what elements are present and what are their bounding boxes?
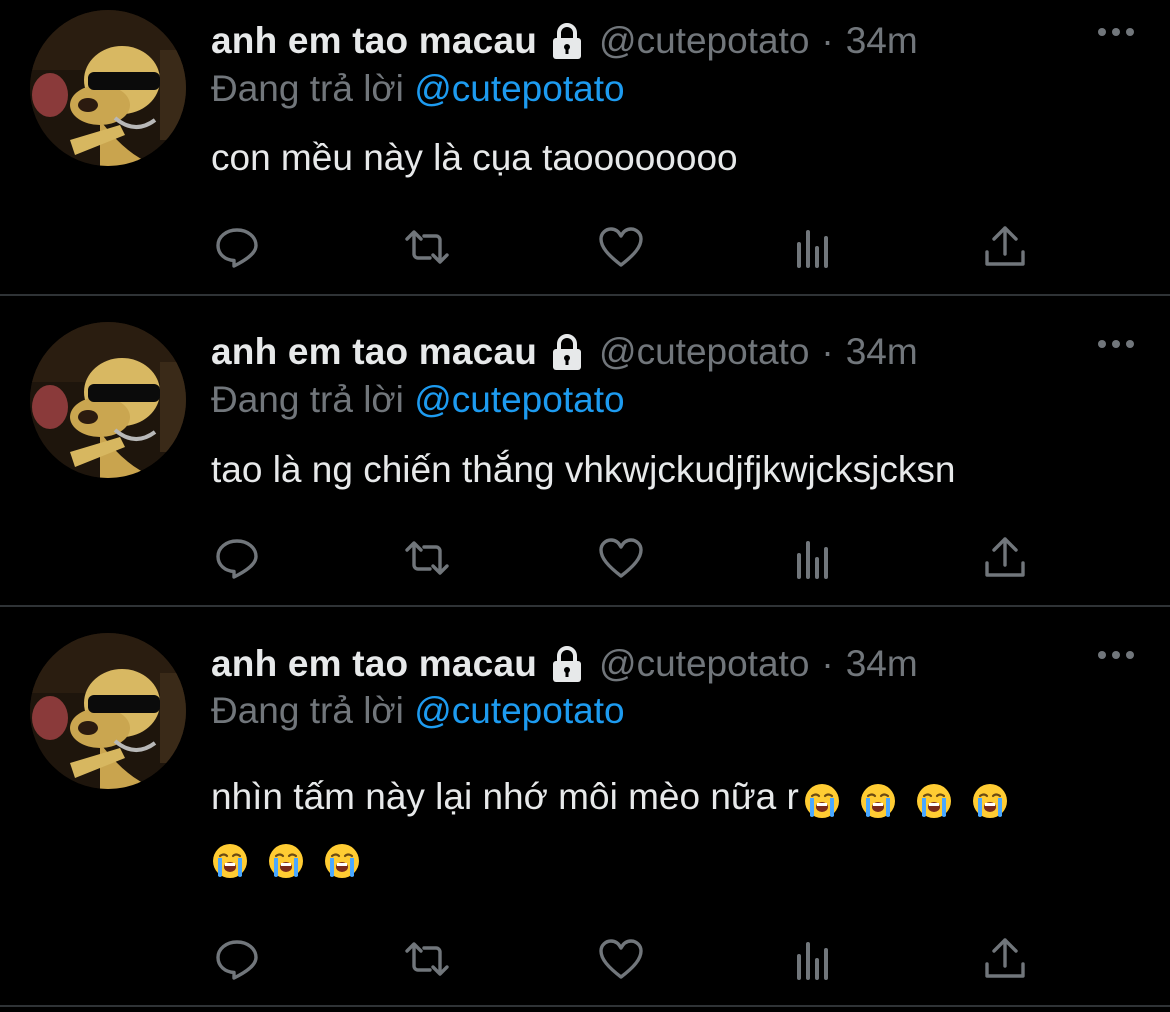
action-bar	[212, 533, 1032, 583]
tweet[interactable]: anh em tao macau @cutepotato · 34m Đang …	[0, 607, 1170, 1007]
loudly-crying-face-icon	[915, 778, 953, 818]
replying-prefix: Đang trả lời	[211, 690, 404, 731]
heart-icon	[599, 939, 643, 979]
loudly-crying-face-icon	[267, 838, 305, 878]
reply-icon	[216, 539, 258, 579]
loudly-crying-face-icon	[323, 838, 361, 878]
like-button[interactable]	[596, 533, 646, 583]
share-icon	[985, 938, 1025, 978]
analytics-icon	[797, 230, 828, 268]
tweet-text: tao là ng chiến thắng vhkwjckudjfjkwjcks…	[211, 449, 956, 490]
username[interactable]: @cutepotato	[599, 331, 809, 373]
reply-icon	[216, 228, 258, 268]
tweet-header: anh em tao macau @cutepotato · 34m	[211, 639, 1150, 689]
avatar[interactable]	[30, 10, 186, 166]
username[interactable]: @cutepotato	[599, 20, 809, 62]
timestamp[interactable]: 34m	[846, 331, 918, 373]
lock-icon	[547, 332, 587, 372]
lock-icon	[547, 644, 587, 684]
mention-link[interactable]: @cutepotato	[414, 690, 624, 731]
display-name[interactable]: anh em tao macau	[211, 20, 537, 62]
loudly-crying-face-icon	[211, 838, 249, 878]
retweet-button[interactable]	[402, 934, 452, 984]
display-name[interactable]: anh em tao macau	[211, 643, 537, 685]
loudly-crying-face-icon	[859, 778, 897, 818]
emoji-group	[211, 827, 1130, 887]
replying-to: Đang trả lời @cutepotato	[211, 690, 625, 736]
share-icon	[985, 226, 1025, 266]
timestamp[interactable]: 34m	[846, 20, 918, 62]
lock-icon	[547, 21, 587, 61]
tweet-text: nhìn tấm này lại nhớ môi mèo nữa r	[211, 767, 1130, 887]
avatar[interactable]	[30, 633, 186, 789]
reply-icon	[216, 940, 258, 980]
views-button[interactable]	[788, 533, 838, 583]
action-bar	[212, 222, 1032, 272]
mention-link[interactable]: @cutepotato	[414, 68, 624, 109]
share-icon	[985, 537, 1025, 577]
share-button[interactable]	[980, 533, 1030, 583]
share-button[interactable]	[980, 934, 1030, 984]
more-icon[interactable]	[1096, 334, 1136, 364]
analytics-icon	[797, 942, 828, 980]
reply-button[interactable]	[212, 533, 262, 583]
reply-button[interactable]	[212, 934, 262, 984]
retweet-icon	[405, 230, 449, 264]
loudly-crying-face-icon	[971, 778, 1009, 818]
timestamp[interactable]: 34m	[846, 643, 918, 685]
heart-icon	[599, 538, 643, 578]
separator-dot: ·	[821, 331, 834, 372]
avatar[interactable]	[30, 322, 186, 478]
retweet-button[interactable]	[402, 222, 452, 272]
separator-dot: ·	[821, 20, 834, 61]
replying-prefix: Đang trả lời	[211, 379, 404, 420]
username[interactable]: @cutepotato	[599, 643, 809, 685]
tweet-text: con mều này là cụa taoooooooo	[211, 137, 738, 178]
tweet-header: anh em tao macau @cutepotato · 34m	[211, 327, 1150, 377]
separator-dot: ·	[821, 643, 834, 684]
more-icon[interactable]	[1096, 22, 1136, 52]
analytics-icon	[797, 541, 828, 579]
reply-button[interactable]	[212, 222, 262, 272]
retweet-button[interactable]	[402, 533, 452, 583]
more-icon[interactable]	[1096, 645, 1136, 675]
display-name[interactable]: anh em tao macau	[211, 331, 537, 373]
heart-icon	[599, 227, 643, 267]
tweet[interactable]: anh em tao macau @cutepotato · 34m Đang …	[0, 0, 1170, 296]
share-button[interactable]	[980, 222, 1030, 272]
views-button[interactable]	[788, 934, 838, 984]
tweet-text-content: nhìn tấm này lại nhớ môi mèo nữa r	[211, 776, 799, 817]
like-button[interactable]	[596, 934, 646, 984]
replying-prefix: Đang trả lời	[211, 68, 404, 109]
like-button[interactable]	[596, 222, 646, 272]
retweet-icon	[405, 541, 449, 575]
emoji-group	[803, 778, 1009, 818]
views-button[interactable]	[788, 222, 838, 272]
replying-to: Đang trả lời @cutepotato	[211, 68, 625, 114]
mention-link[interactable]: @cutepotato	[414, 379, 624, 420]
loudly-crying-face-icon	[803, 778, 841, 818]
retweet-icon	[405, 942, 449, 976]
tweet-header: anh em tao macau @cutepotato · 34m	[211, 16, 1150, 66]
action-bar	[212, 934, 1032, 984]
tweet[interactable]: anh em tao macau @cutepotato · 34m Đang …	[0, 296, 1170, 607]
replying-to: Đang trả lời @cutepotato	[211, 379, 625, 425]
